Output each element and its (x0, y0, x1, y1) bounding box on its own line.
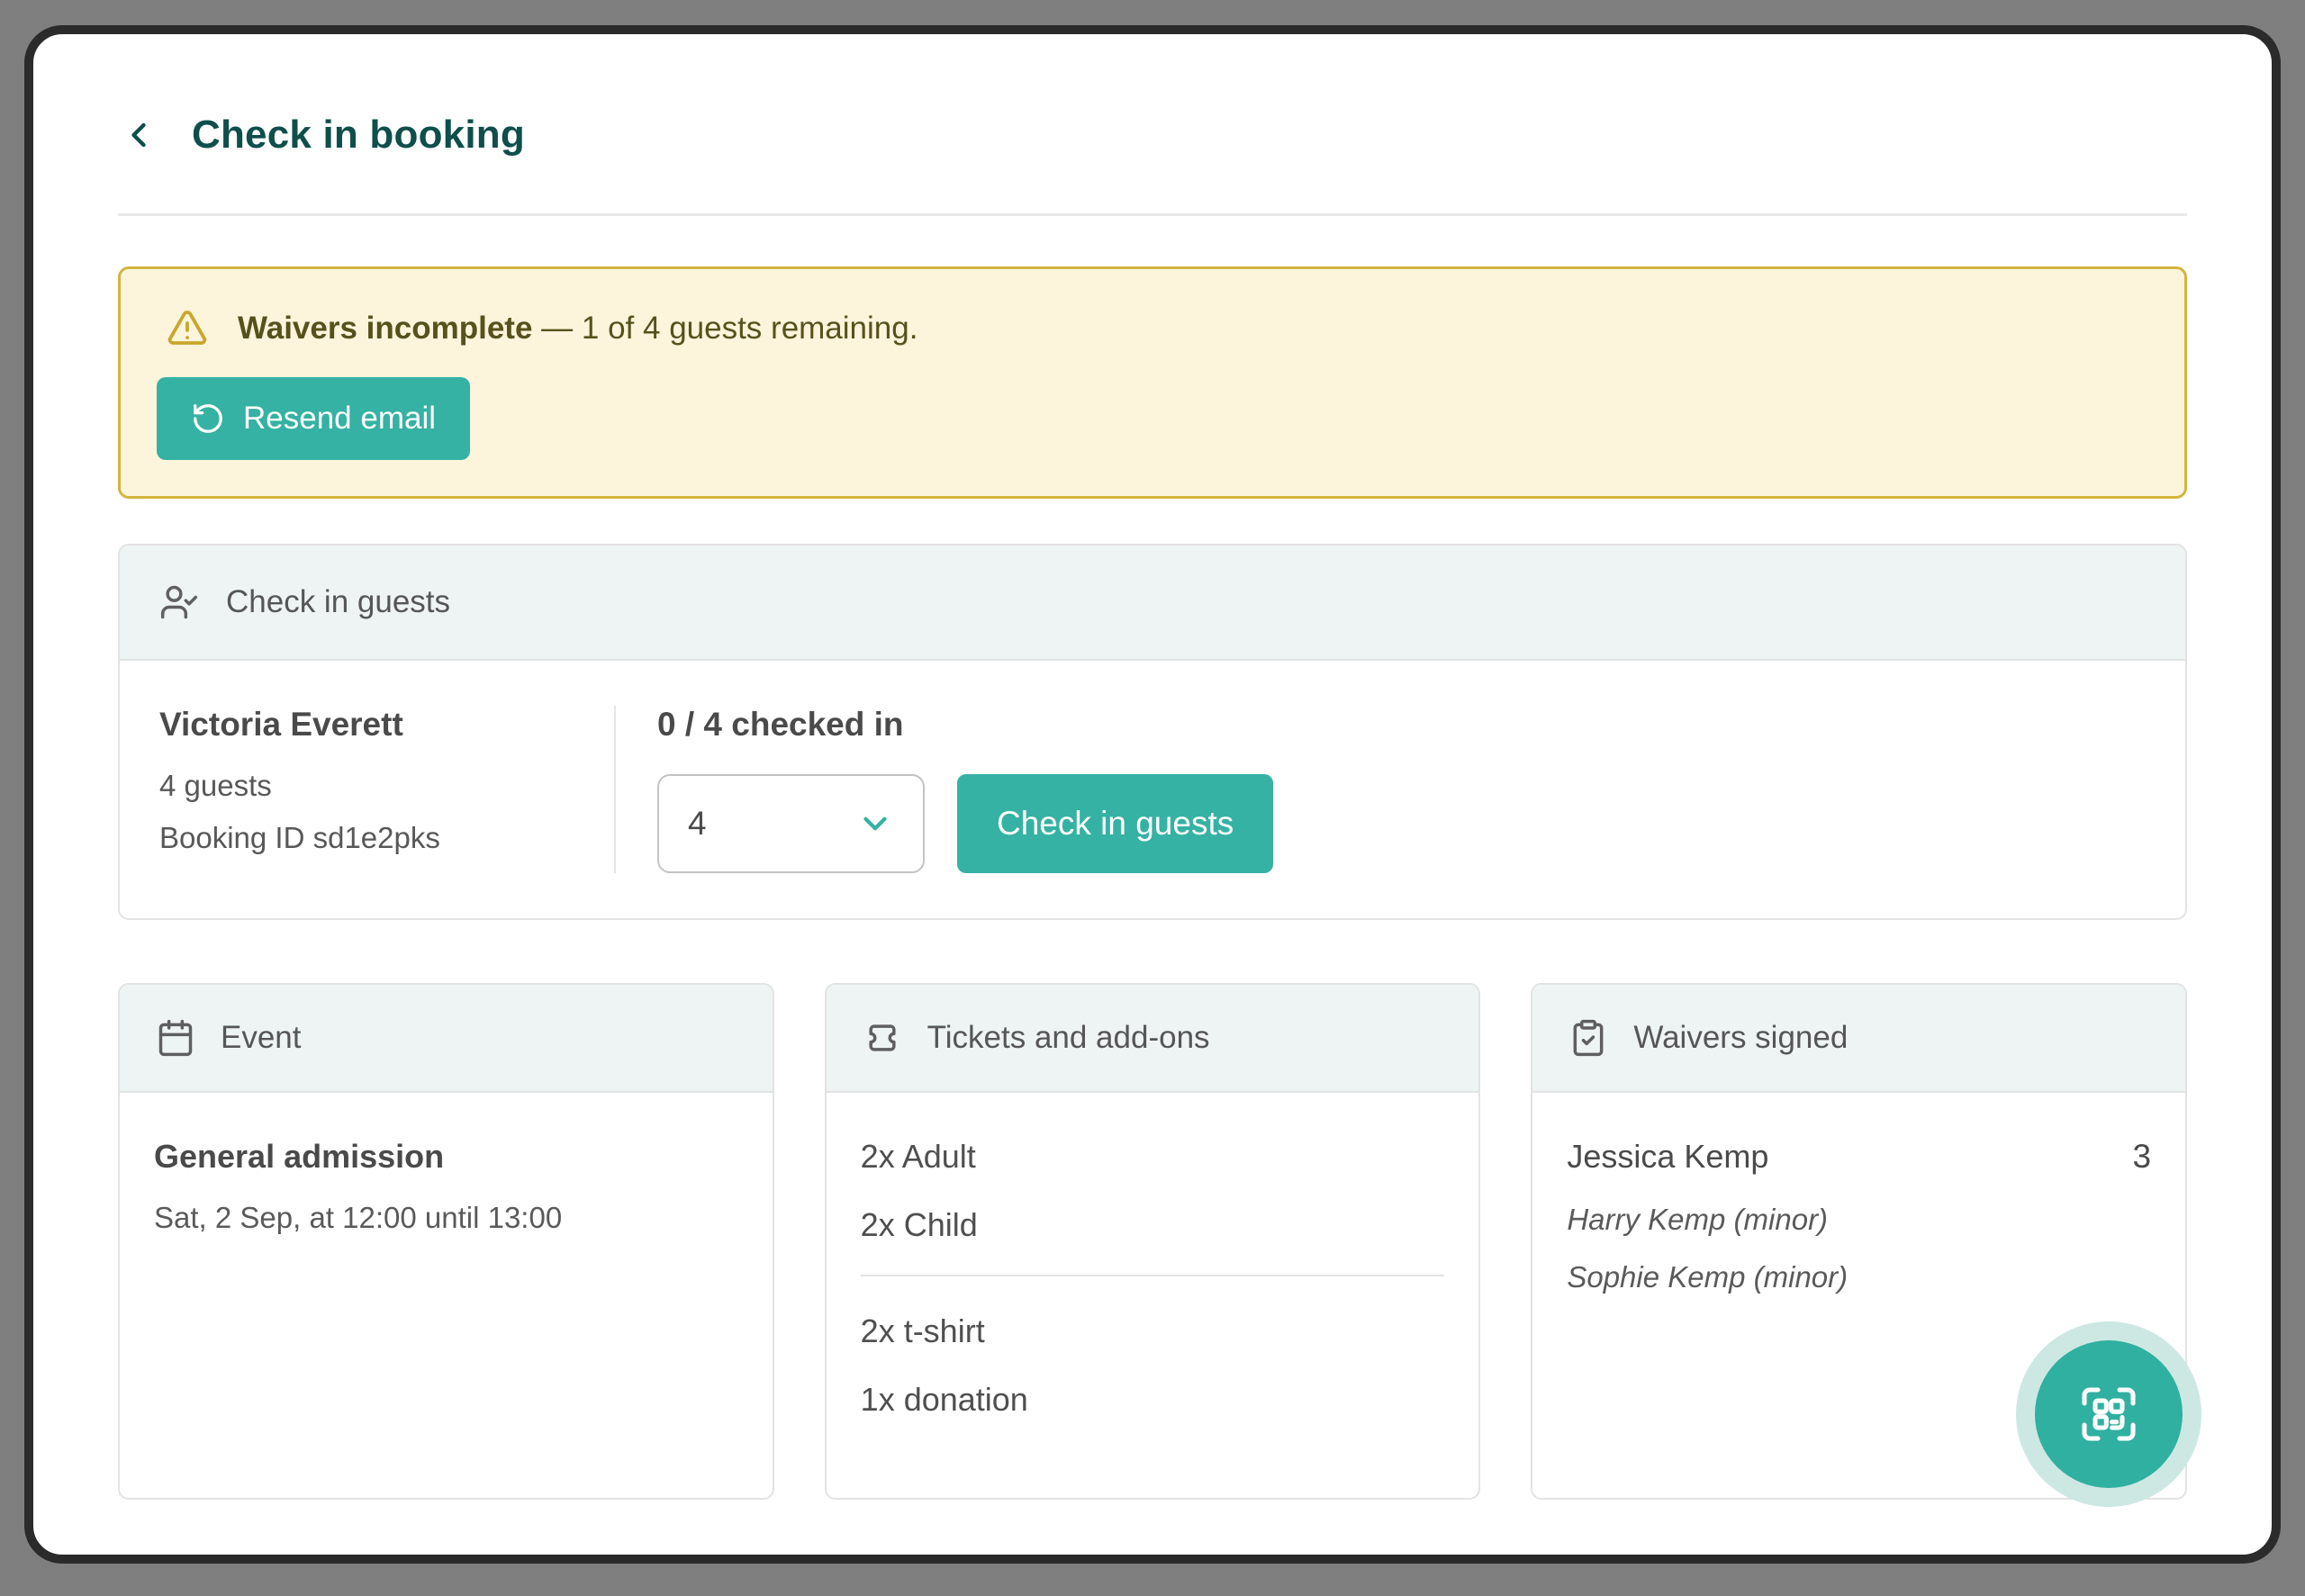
card-title: Event (221, 1020, 302, 1056)
check-in-booking-window: Check in booking Waivers incomplete — 1 … (24, 25, 2281, 1564)
checked-in-status: 0 / 4 checked in (657, 706, 1273, 744)
tickets-card: Tickets and add-ons 2x Adult 2x Child 2x… (825, 983, 1481, 1500)
check-in-controls: 0 / 4 checked in 4 Check in guests (616, 706, 1273, 873)
check-in-guests-header: Check in guests (120, 546, 2185, 661)
waiver-minor: Harry Kemp (minor) (1567, 1203, 2151, 1237)
event-card-body: General admission Sat, 2 Sep, at 12:00 u… (120, 1093, 773, 1498)
waivers-card: Waivers signed Jessica Kemp 3 Harry Kemp… (1531, 983, 2187, 1500)
waiver-count-badge: 3 (2132, 1138, 2151, 1176)
clipboard-check-icon (1568, 1018, 1608, 1058)
event-schedule: Sat, 2 Sep, at 12:00 until 13:00 (154, 1201, 738, 1235)
check-in-guests-panel: Check in guests Victoria Everett 4 guest… (118, 544, 2187, 920)
waiver-signer-name: Jessica Kemp (1567, 1138, 1768, 1176)
event-card-header: Event (120, 985, 773, 1093)
waiver-minor: Sophie Kemp (minor) (1567, 1260, 2151, 1294)
scan-qr-button-circle (2035, 1340, 2183, 1488)
addon-item: 2x t-shirt (861, 1312, 1445, 1350)
page-title: Check in booking (192, 113, 525, 158)
resend-email-button[interactable]: Resend email (157, 377, 470, 460)
event-name: General admission (154, 1138, 738, 1176)
calendar-icon (156, 1018, 195, 1058)
check-in-guests-button[interactable]: Check in guests (957, 774, 1273, 873)
page-header: Check in booking (118, 113, 2187, 158)
ticket-item: 2x Adult (861, 1138, 1445, 1176)
chevron-down-icon (856, 805, 894, 843)
waivers-card-header: Waivers signed (1532, 985, 2185, 1093)
guest-name: Victoria Everett (159, 706, 614, 744)
chevron-left-icon (119, 115, 158, 155)
qr-scan-icon (2076, 1382, 2141, 1447)
guest-count: 4 guests (159, 769, 614, 803)
booking-id: Booking ID sd1e2pks (159, 821, 614, 855)
card-title: Tickets and add-ons (927, 1020, 1210, 1056)
tickets-addons-divider (861, 1275, 1445, 1276)
section-title: Check in guests (226, 584, 450, 620)
back-button[interactable] (118, 114, 159, 156)
rotate-ccw-icon (191, 401, 225, 436)
tickets-card-header: Tickets and add-ons (827, 985, 1479, 1093)
guest-quantity-select[interactable]: 4 (657, 774, 925, 873)
event-card: Event General admission Sat, 2 Sep, at 1… (118, 983, 774, 1500)
card-title: Waivers signed (1633, 1020, 1848, 1056)
scan-qr-button[interactable] (2016, 1321, 2201, 1507)
header-divider (118, 213, 2187, 216)
tickets-card-body: 2x Adult 2x Child 2x t-shirt 1x donation (827, 1093, 1479, 1498)
guest-quantity-value: 4 (688, 805, 707, 843)
ticket-icon (863, 1018, 902, 1058)
ticket-item: 2x Child (861, 1206, 1445, 1244)
alert-triangle-icon (166, 307, 209, 350)
addon-item: 1x donation (861, 1381, 1445, 1419)
waivers-incomplete-banner: Waivers incomplete — 1 of 4 guests remai… (118, 266, 2187, 499)
booking-summary: Victoria Everett 4 guests Booking ID sd1… (159, 706, 614, 873)
warning-message: Waivers incomplete — 1 of 4 guests remai… (238, 311, 917, 347)
booking-detail-cards: Event General admission Sat, 2 Sep, at 1… (118, 983, 2187, 1500)
user-check-icon (159, 582, 199, 622)
